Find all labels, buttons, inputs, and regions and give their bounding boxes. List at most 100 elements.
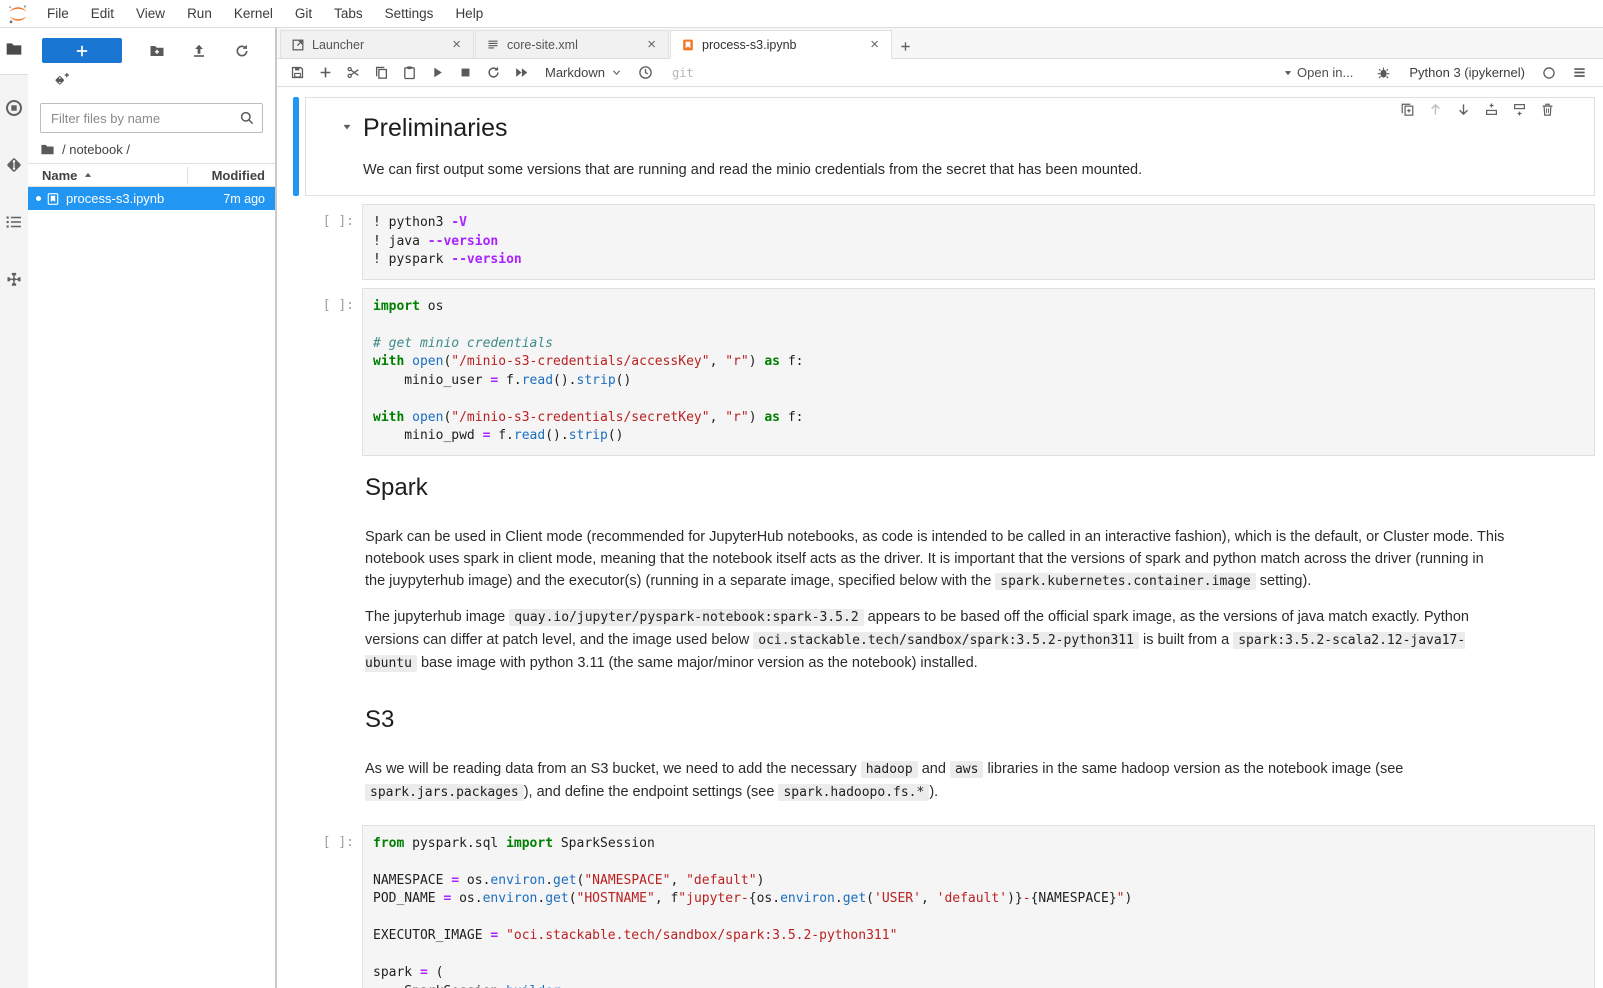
move-down-button[interactable] — [1456, 102, 1471, 117]
section-heading: S3 — [365, 706, 1507, 734]
run-button[interactable] — [423, 61, 451, 85]
tab-close-icon[interactable]: × — [868, 36, 881, 53]
file-list-header: Name Modified — [28, 163, 275, 187]
cell-prompt: [ ]: — [305, 298, 354, 313]
cell-toolbar — [1400, 102, 1555, 117]
menu-help[interactable]: Help — [444, 6, 494, 21]
tab-process-s3-ipynb[interactable]: process-s3.ipynb × — [670, 30, 892, 59]
menu-kernel[interactable]: Kernel — [223, 6, 284, 21]
hamburger-menu-button[interactable] — [1565, 61, 1593, 85]
file-list: process-s3.ipynb7m ago — [28, 187, 275, 210]
menu-git[interactable]: Git — [284, 6, 323, 21]
sidebar-item-running-sessions[interactable] — [5, 99, 23, 122]
code-editor[interactable]: ! python3 -V! java --version! pyspark --… — [362, 204, 1595, 280]
notebook-cell: PreliminariesWe can first output some ve… — [293, 97, 1595, 196]
history-clock-button[interactable] — [632, 61, 660, 85]
new-folder-button[interactable] — [149, 43, 165, 59]
launcher-icon — [291, 38, 305, 52]
kernel-name[interactable]: Python 3 (ipykernel) — [1409, 65, 1525, 80]
cell-collapser[interactable] — [293, 97, 299, 196]
tab-close-icon[interactable]: × — [645, 36, 658, 53]
chevron-down-icon — [611, 67, 622, 78]
inline-code: spark.hadoopo.fs.* — [778, 784, 929, 801]
filter-box — [40, 103, 263, 133]
jupyter-logo-icon — [0, 3, 36, 25]
cell-type-dropdown[interactable]: Markdown — [537, 65, 630, 80]
column-modified[interactable]: Modified — [187, 167, 265, 184]
markdown-cell-body[interactable]: Spark Spark can be used in Client mode (r… — [365, 474, 1507, 675]
sidebar-item-git[interactable] — [5, 156, 23, 179]
notebook-cell: Spark Spark can be used in Client mode (r… — [293, 464, 1595, 688]
menu-file[interactable]: File — [36, 6, 80, 21]
breadcrumb-path: / notebook / — [62, 142, 130, 157]
filter-files-input[interactable] — [40, 103, 263, 133]
git-clone-button[interactable] — [54, 72, 70, 88]
tab-core-site-xml[interactable]: core-site.xml× — [475, 30, 669, 58]
file-row[interactable]: process-s3.ipynb7m ago — [28, 187, 275, 210]
code-editor[interactable]: import os # get minio credentialswith op… — [362, 288, 1595, 456]
cell-type-value: Markdown — [545, 65, 605, 80]
save-button[interactable] — [283, 61, 311, 85]
paragraph: The jupyterhub image quay.io/jupyter/pys… — [365, 606, 1507, 675]
sidebar-item-table-of-contents[interactable] — [5, 213, 23, 236]
tab-launcher[interactable]: Launcher × — [280, 30, 474, 58]
sidebar-item-file-browser[interactable] — [5, 40, 23, 63]
cell-collapser[interactable] — [293, 825, 299, 988]
file-browser-toolbar — [28, 28, 275, 65]
cell-collapser[interactable] — [293, 464, 299, 688]
inline-code: spark.kubernetes.container.image — [995, 573, 1255, 590]
copy-cell-button[interactable] — [367, 61, 395, 85]
open-in-label: Open in... — [1297, 65, 1353, 80]
tab-label: process-s3.ipynb — [702, 38, 861, 52]
caret-down-icon — [1283, 68, 1293, 78]
inline-code: spark.jars.packages — [365, 784, 524, 801]
insert-above-button[interactable] — [1484, 102, 1499, 117]
code-editor[interactable]: from pyspark.sql import SparkSession NAM… — [362, 825, 1595, 988]
cell-collapser[interactable] — [293, 696, 299, 817]
move-up-button[interactable] — [1428, 102, 1443, 117]
upload-button[interactable] — [191, 43, 207, 59]
activity-bar — [0, 28, 28, 988]
cell-collapser[interactable] — [293, 288, 299, 456]
refresh-button[interactable] — [234, 43, 250, 59]
menu-settings[interactable]: Settings — [374, 6, 445, 21]
paste-cell-button[interactable] — [395, 61, 423, 85]
paragraph: Spark can be used in Client mode (recomm… — [365, 526, 1507, 593]
open-in-dropdown[interactable]: Open in... — [1283, 65, 1353, 80]
unsaved-dot — [36, 196, 41, 201]
restart-kernel-button[interactable] — [479, 61, 507, 85]
restart-run-all-button[interactable] — [507, 61, 535, 85]
cut-cell-button[interactable] — [339, 61, 367, 85]
section-heading: Spark — [365, 474, 1507, 502]
insert-below-button[interactable] — [1512, 102, 1527, 117]
menu-view[interactable]: View — [125, 6, 176, 21]
menu-tabs[interactable]: Tabs — [323, 6, 374, 21]
folder-icon — [40, 142, 55, 157]
trash-button[interactable] — [1540, 102, 1555, 117]
sidebar-item-extension-manager[interactable] — [5, 270, 23, 293]
debugger-bug-button[interactable] — [1369, 61, 1397, 85]
inline-code: hadoop — [861, 761, 918, 778]
breadcrumb[interactable]: / notebook / — [28, 139, 275, 163]
interrupt-kernel-button[interactable] — [451, 61, 479, 85]
kernel-status-icon[interactable] — [1535, 61, 1563, 85]
tab-label: Launcher — [312, 38, 443, 52]
notebook-white-icon — [46, 192, 60, 206]
git-toolbar-row — [28, 65, 275, 95]
notebook-content: PreliminariesWe can first output some ve… — [277, 87, 1603, 988]
column-name[interactable]: Name — [42, 168, 187, 183]
menu-run[interactable]: Run — [176, 6, 223, 21]
git-toolbar-label: git — [672, 66, 694, 80]
new-tab-button[interactable] — [899, 40, 912, 53]
cell-collapser[interactable] — [293, 204, 299, 280]
tab-close-icon[interactable]: × — [450, 36, 463, 53]
collapse-heading-icon[interactable] — [342, 122, 352, 132]
notebook-cell: [ ]:from pyspark.sql import SparkSession… — [293, 825, 1595, 988]
inline-code: aws — [950, 761, 983, 778]
inline-code: quay.io/jupyter/pyspark-notebook:spark-3… — [509, 609, 863, 626]
new-launcher-button[interactable] — [42, 38, 122, 63]
markdown-cell-body[interactable]: S3As we will be reading data from an S3 … — [365, 706, 1507, 804]
menu-edit[interactable]: Edit — [80, 6, 125, 21]
duplicate-button[interactable] — [1400, 102, 1415, 117]
insert-cell-button[interactable] — [311, 61, 339, 85]
